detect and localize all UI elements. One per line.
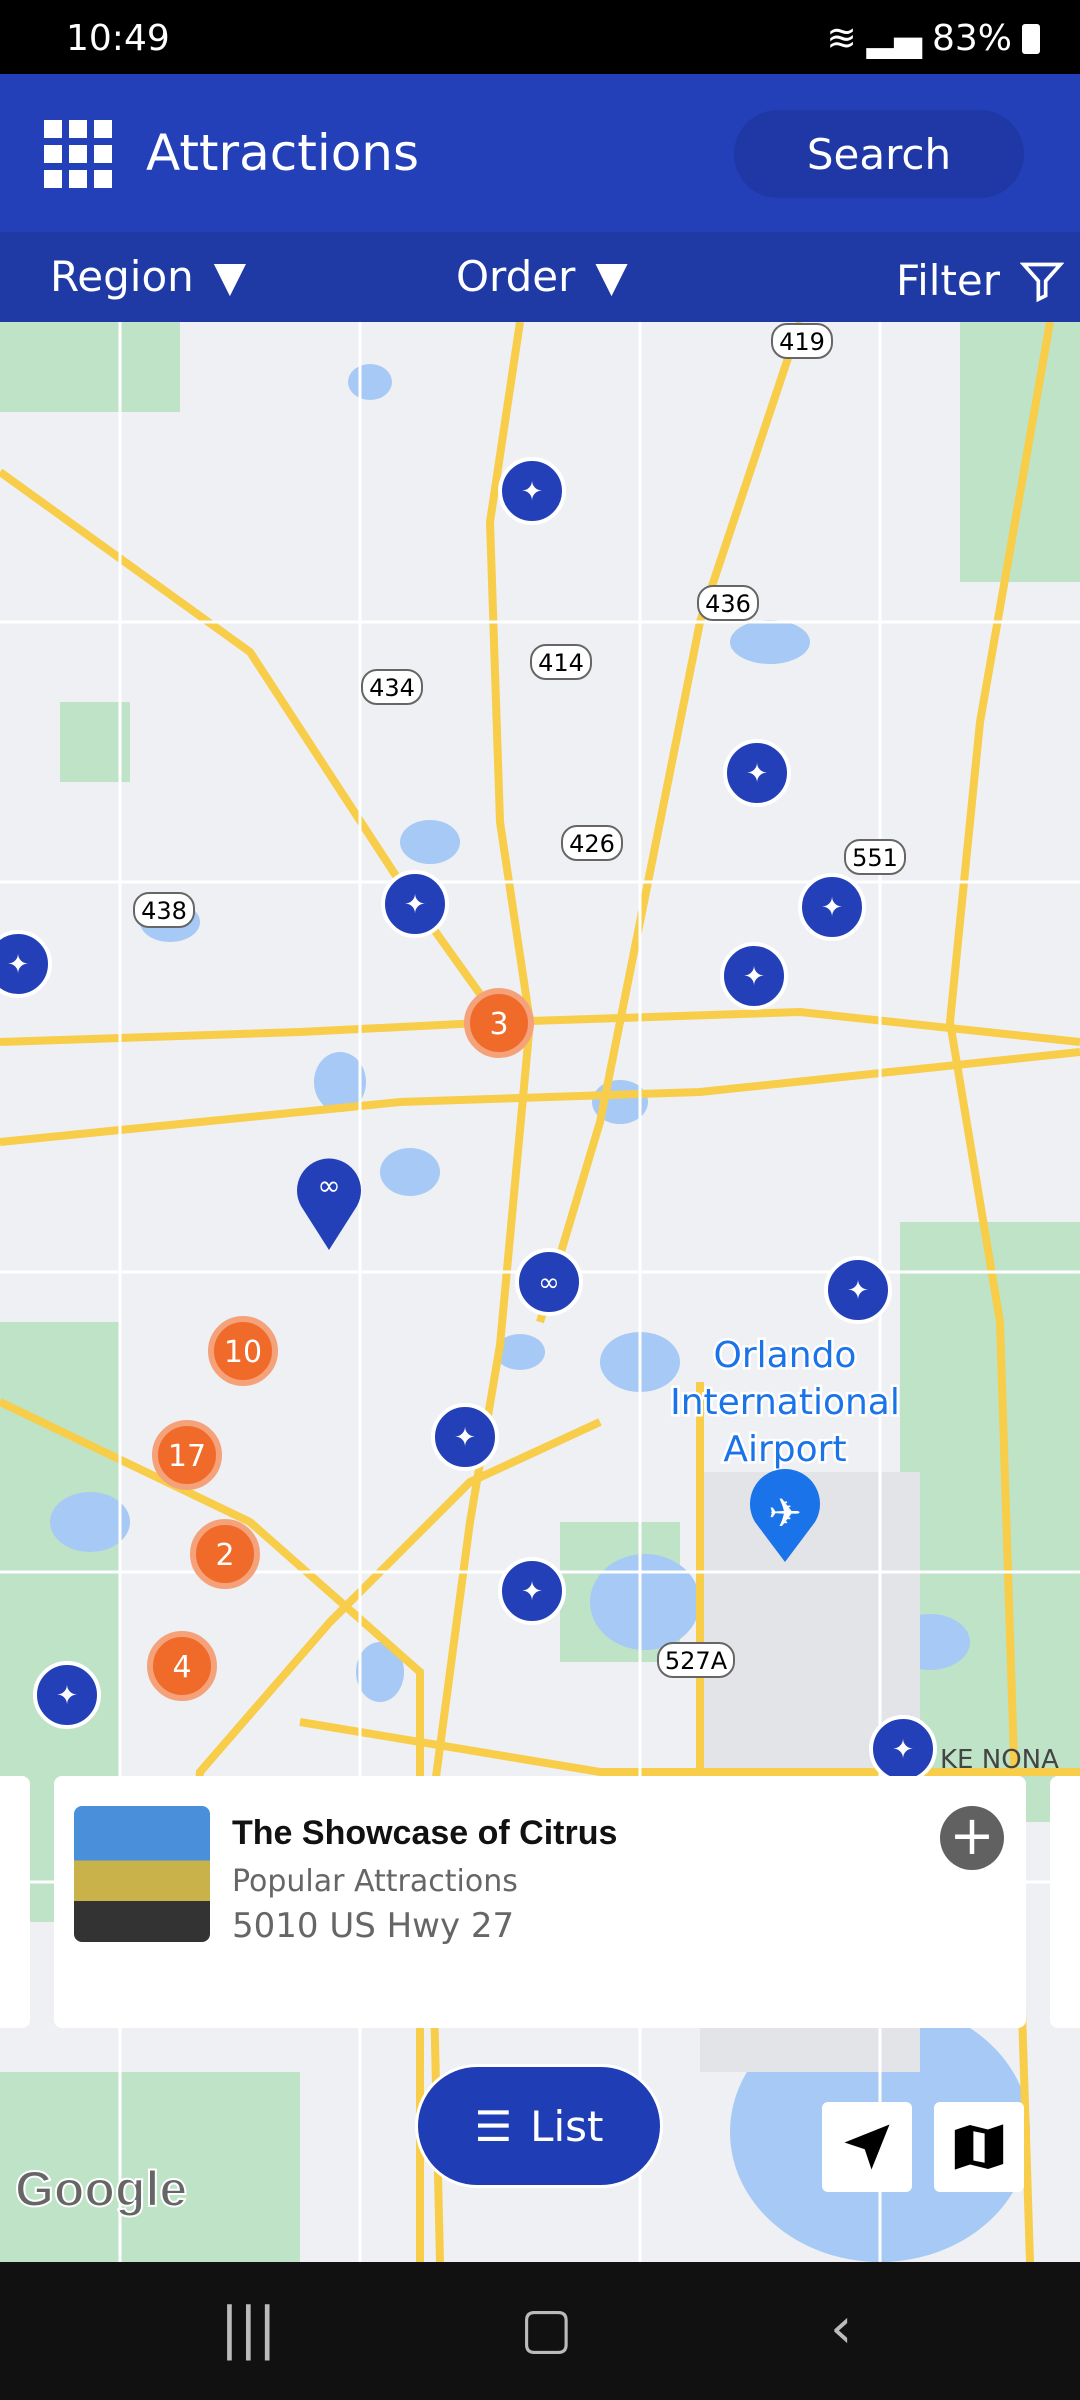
my-location-button[interactable] <box>822 2102 912 2192</box>
next-card-peek[interactable] <box>1050 1776 1080 2028</box>
map-icon <box>954 2124 1004 2170</box>
cluster-count: 2 <box>215 1538 234 1573</box>
list-icon: ☰ <box>474 2101 513 2151</box>
signal-icon: ▂▄ <box>866 18 922 59</box>
attraction-title: The Showcase of Citrus <box>232 1814 618 1852</box>
road-label: 438 <box>141 897 187 925</box>
svg-text:✦: ✦ <box>892 1735 914 1765</box>
road-label: 426 <box>569 830 615 858</box>
svg-text:✦: ✦ <box>821 893 843 923</box>
svg-text:✦: ✦ <box>743 962 765 992</box>
map-view[interactable]: 419 436 414 434 426 551 438 527A Orlando… <box>0 322 1080 2262</box>
caret-down-icon: ▼ <box>213 252 247 301</box>
place-label: Orlando <box>714 1335 857 1376</box>
cluster-count: 3 <box>489 1007 508 1042</box>
menu-grid-icon[interactable] <box>44 120 112 188</box>
road-label: 414 <box>538 649 584 677</box>
cluster-count: 4 <box>172 1650 191 1685</box>
filter-label: Filter <box>896 256 1001 305</box>
back-icon[interactable]: ‹ <box>830 2296 852 2361</box>
place-label: KE NONA <box>940 1745 1059 1775</box>
svg-text:✦: ✦ <box>7 950 29 980</box>
svg-text:✦: ✦ <box>521 477 543 507</box>
system-nav-bar: ||| ▢ ‹ <box>0 2262 1080 2400</box>
attraction-category: Popular Attractions <box>232 1864 518 1899</box>
place-label: International <box>670 1382 900 1423</box>
order-dropdown[interactable]: Order ▼ <box>456 252 628 301</box>
binoculars-icon: ∞ <box>538 1268 560 1298</box>
svg-text:✦: ✦ <box>847 1276 869 1306</box>
cluster-count: 17 <box>168 1439 206 1474</box>
map-type-button[interactable] <box>934 2102 1024 2192</box>
svg-text:✦: ✦ <box>404 890 426 920</box>
attraction-thumbnail <box>74 1806 210 1942</box>
order-label: Order <box>456 252 576 301</box>
previous-card-peek[interactable] <box>0 1776 30 2028</box>
google-logo: Google <box>14 2160 188 2218</box>
list-button[interactable]: ☰ List <box>415 2064 663 2188</box>
svg-text:✈: ✈ <box>768 1491 802 1537</box>
road-label: 419 <box>779 328 825 356</box>
place-label: Airport <box>723 1429 846 1470</box>
status-bar: 10:49 ≋ ▂▄ 83% <box>0 0 1080 74</box>
road-label: 434 <box>369 674 415 702</box>
app-header: Attractions Search <box>0 74 1080 232</box>
plus-icon: + <box>949 1804 995 1867</box>
svg-text:✦: ✦ <box>521 1577 543 1607</box>
search-button[interactable]: Search <box>734 110 1024 198</box>
cluster-count: 10 <box>224 1335 262 1370</box>
road-label: 527A <box>665 1647 728 1675</box>
home-icon[interactable]: ▢ <box>520 2296 573 2361</box>
svg-text:✦: ✦ <box>56 1681 78 1711</box>
page-title: Attractions <box>146 124 420 182</box>
filter-button[interactable]: Filter <box>896 256 1065 305</box>
caret-down-icon: ▼ <box>595 252 628 301</box>
add-button[interactable]: + <box>940 1806 1004 1870</box>
road-label: 436 <box>705 590 751 618</box>
svg-text:∞: ∞ <box>317 1169 340 1202</box>
recent-apps-icon[interactable]: ||| <box>220 2296 277 2361</box>
road-label: 551 <box>852 844 898 872</box>
binoculars-pin-icon[interactable]: ∞ <box>296 1158 361 1250</box>
funnel-icon <box>1020 262 1065 302</box>
airport-label: Orlando International Airport <box>668 1333 903 1473</box>
attraction-address: 5010 US Hwy 27 <box>232 1906 515 1946</box>
navigation-arrow-icon <box>844 2124 890 2170</box>
list-label: List <box>530 2101 604 2151</box>
attraction-card[interactable]: The Showcase of Citrus Popular Attractio… <box>54 1776 1026 2028</box>
battery-percent: 83% <box>931 18 1012 59</box>
region-label: Region <box>50 252 194 301</box>
filter-bar: Region ▼ Order ▼ Filter <box>0 232 1080 322</box>
svg-text:✦: ✦ <box>746 759 768 789</box>
status-time: 10:49 <box>66 18 170 59</box>
wifi-icon: ≋ <box>826 18 857 59</box>
battery-icon <box>1022 23 1040 54</box>
svg-text:✦: ✦ <box>454 1423 476 1453</box>
region-dropdown[interactable]: Region ▼ <box>50 252 246 301</box>
